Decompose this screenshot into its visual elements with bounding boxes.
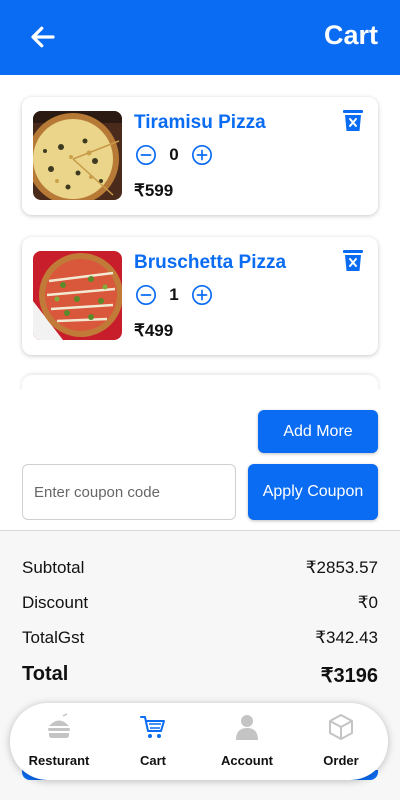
quantity-value: 1: [169, 285, 179, 304]
item-name: Bruschetta Pizza: [134, 252, 287, 273]
gst-row: TotalGst ₹342.43: [22, 628, 378, 648]
add-more-button[interactable]: Add More: [258, 410, 378, 453]
burger-icon: [48, 713, 70, 738]
total-row: Total ₹3196: [22, 663, 378, 688]
quantity-stepper: 0: [135, 144, 213, 166]
nav-label: Account: [221, 753, 273, 768]
item-name: Tiramisu Pizza: [134, 112, 266, 133]
bottom-nav: Resturant Cart Account Order: [10, 703, 388, 780]
arrow-left-icon[interactable]: [28, 22, 58, 52]
person-icon: [236, 715, 258, 740]
discount-label: Discount: [22, 593, 89, 612]
minus-circle-icon[interactable]: [135, 284, 157, 306]
total-value: ₹3196: [320, 665, 378, 687]
nav-item-resturant[interactable]: Resturant: [12, 703, 106, 780]
pizza-image: [33, 111, 122, 200]
item-price: ₹599: [134, 181, 174, 200]
discount-row: Discount ₹0: [22, 593, 378, 613]
nav-item-cart[interactable]: Cart: [106, 703, 200, 780]
subtotal-label: Subtotal: [22, 558, 85, 577]
divider: [0, 530, 400, 531]
quantity-stepper: 1: [135, 284, 213, 306]
plus-circle-icon[interactable]: [191, 284, 213, 306]
nav-item-order[interactable]: Order: [294, 703, 388, 780]
subtotal-row: Subtotal ₹2853.57: [22, 558, 378, 578]
minus-circle-icon[interactable]: [135, 144, 157, 166]
plus-circle-icon[interactable]: [191, 144, 213, 166]
nav-label: Cart: [139, 753, 166, 768]
cart-item-card: Bruschetta Pizza 1 ₹499: [22, 237, 378, 355]
cart-icon: [140, 716, 165, 738]
discount-value: ₹0: [357, 593, 378, 612]
apply-coupon-button[interactable]: Apply Coupon: [248, 464, 378, 520]
page-title: Cart: [323, 20, 378, 50]
coupon-input[interactable]: [22, 464, 236, 520]
delete-icon[interactable]: [342, 109, 364, 133]
pizza-image: [33, 251, 122, 340]
box-icon: [329, 714, 353, 740]
nav-label: Resturant: [28, 753, 90, 768]
quantity-value: 0: [169, 145, 179, 164]
total-label: Total: [22, 663, 69, 685]
app-header: Cart: [0, 0, 400, 75]
gst-label: TotalGst: [22, 628, 85, 647]
gst-value: ₹342.43: [315, 628, 378, 647]
cart-item-card: Tiramisu Pizza 0 ₹599: [22, 97, 378, 215]
item-price: ₹499: [134, 321, 174, 340]
cart-content: Tiramisu Pizza 0 ₹599 Bruschetta Pizza 1…: [0, 75, 400, 530]
subtotal-value: ₹2853.57: [305, 558, 378, 577]
delete-icon[interactable]: [342, 249, 364, 273]
nav-item-account[interactable]: Account: [200, 703, 294, 780]
nav-label: Order: [323, 753, 359, 768]
